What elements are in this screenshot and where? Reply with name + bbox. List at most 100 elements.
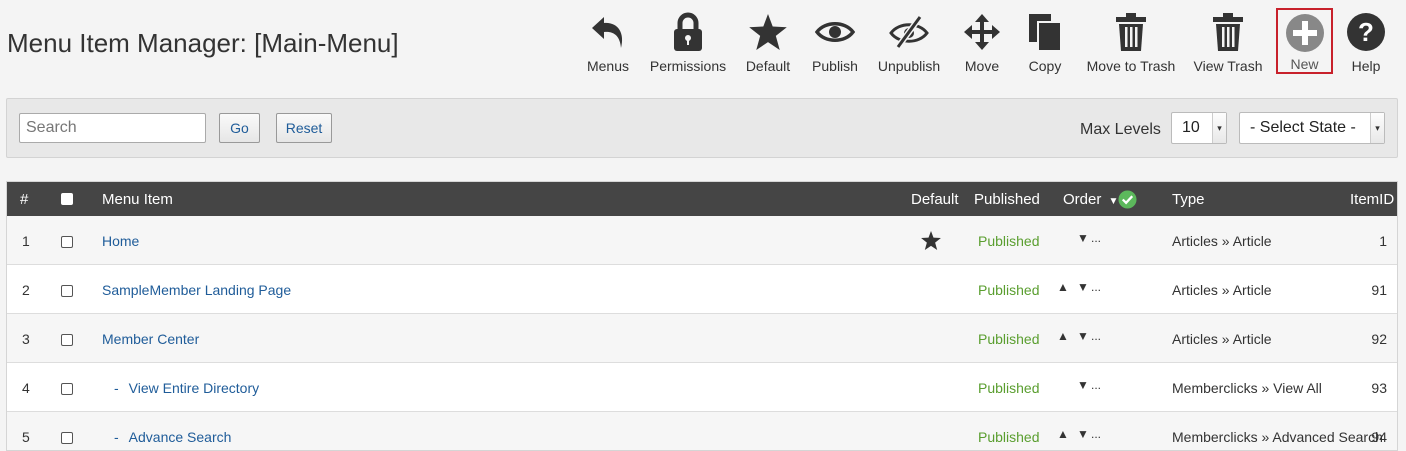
- col-order[interactable]: Order ▼: [1063, 191, 1118, 208]
- itemid-cell: 91: [1371, 282, 1387, 298]
- permissions-button[interactable]: Permissions: [650, 10, 726, 76]
- menu-item-cell: Home: [102, 233, 139, 249]
- trash-icon: [1203, 10, 1253, 54]
- move-down-icon[interactable]: ▼: [1077, 231, 1091, 245]
- order-dots: ...: [1091, 378, 1102, 392]
- move-button[interactable]: Move: [961, 10, 1003, 76]
- row-checkbox[interactable]: [61, 383, 73, 395]
- undo-arrow-icon: [583, 10, 633, 54]
- help-button[interactable]: ? Help: [1344, 10, 1388, 76]
- itemid-cell: 93: [1371, 380, 1387, 396]
- col-itemid[interactable]: ItemID: [1350, 191, 1394, 208]
- col-default[interactable]: Default: [911, 191, 959, 208]
- menu-item-link[interactable]: Member Center: [102, 331, 199, 347]
- unpublish-button[interactable]: Unpublish: [878, 10, 940, 76]
- default-button[interactable]: Default: [745, 10, 791, 76]
- published-status-link[interactable]: Published: [978, 233, 1040, 249]
- type-cell: Articles » Article: [1172, 331, 1272, 347]
- plus-circle-icon: [1280, 12, 1330, 54]
- type-cell: Articles » Article: [1172, 233, 1272, 249]
- max-levels-label: Max Levels: [1080, 121, 1161, 138]
- save-order-icon[interactable]: [1118, 190, 1137, 213]
- move-down-icon[interactable]: ▼: [1077, 427, 1091, 441]
- menus-button[interactable]: Menus: [585, 10, 631, 76]
- order-controls: ▼...: [1057, 378, 1101, 392]
- move-up-icon[interactable]: ▲: [1057, 280, 1077, 294]
- reset-button[interactable]: Reset: [276, 113, 332, 143]
- table-header: # Menu Item Default Published Order ▼ Ty…: [7, 182, 1397, 216]
- order-controls: ▲ ▼...: [1057, 427, 1101, 441]
- table-row: 4 - View Entire Directory Published ▼... Memb…: [7, 363, 1397, 412]
- order-dots: ...: [1091, 427, 1102, 441]
- col-num: #: [20, 191, 29, 208]
- row-checkbox[interactable]: [61, 285, 73, 297]
- copy-icon: [1020, 10, 1070, 54]
- default-star-icon[interactable]: [921, 231, 941, 253]
- go-button[interactable]: Go: [219, 113, 260, 143]
- menu-item-cell: - Advance Search: [114, 429, 231, 445]
- star-icon: [743, 10, 793, 54]
- filter-bar: Go Reset Max Levels 10 ▾ - Select State …: [6, 98, 1398, 158]
- menu-item-cell: Member Center: [102, 331, 199, 347]
- view-trash-button[interactable]: View Trash: [1193, 10, 1263, 76]
- move-down-icon[interactable]: ▼: [1077, 280, 1091, 294]
- copy-button[interactable]: Copy: [1024, 10, 1066, 76]
- menu-item-link[interactable]: View Entire Directory: [129, 380, 259, 396]
- row-checkbox[interactable]: [61, 432, 73, 444]
- row-checkbox[interactable]: [61, 334, 73, 346]
- menu-items-table: # Menu Item Default Published Order ▼ Ty…: [6, 181, 1398, 451]
- col-type[interactable]: Type: [1172, 191, 1205, 208]
- toolbar: Menus Permissions Default Publish Unpubl…: [0, 8, 1406, 80]
- row-number: 4: [22, 380, 30, 396]
- search-input[interactable]: [19, 113, 206, 143]
- select-all-checkbox[interactable]: [61, 193, 73, 205]
- move-to-trash-button[interactable]: Move to Trash: [1086, 10, 1176, 76]
- level-indent: -: [114, 429, 119, 445]
- new-button[interactable]: New: [1276, 8, 1333, 74]
- eye-icon: [810, 10, 860, 54]
- max-levels-select[interactable]: 10 ▾: [1171, 112, 1227, 144]
- trash-icon: [1106, 10, 1156, 54]
- eye-slash-icon: [884, 10, 934, 54]
- order-dots: ...: [1091, 231, 1102, 245]
- published-status-link[interactable]: Published: [978, 429, 1040, 445]
- row-checkbox[interactable]: [61, 236, 73, 248]
- published-status-link[interactable]: Published: [978, 282, 1040, 298]
- row-number: 1: [22, 233, 30, 249]
- state-select[interactable]: - Select State - ▾: [1239, 112, 1385, 144]
- menu-item-link[interactable]: Home: [102, 233, 139, 249]
- itemid-cell: 94: [1371, 429, 1387, 445]
- col-menu-item[interactable]: Menu Item: [102, 191, 173, 208]
- menu-item-link[interactable]: SampleMember Landing Page: [102, 282, 291, 298]
- menu-item-cell: - View Entire Directory: [114, 380, 259, 396]
- move-down-icon[interactable]: ▼: [1077, 329, 1091, 343]
- lock-icon: [663, 10, 713, 54]
- type-cell: Articles » Article: [1172, 282, 1272, 298]
- table-row: 3 Member Center Published ▲ ▼... Articles » A…: [7, 314, 1397, 363]
- menu-item-cell: SampleMember Landing Page: [102, 282, 291, 298]
- col-published[interactable]: Published: [974, 191, 1040, 208]
- order-dots: ...: [1091, 280, 1102, 294]
- type-cell: Memberclicks » View All: [1172, 380, 1322, 396]
- menu-item-link[interactable]: Advance Search: [129, 429, 232, 445]
- question-circle-icon: ?: [1341, 10, 1391, 54]
- order-controls: ▲ ▼...: [1057, 329, 1101, 343]
- table-row: 2 SampleMember Landing Page Published ▲ ▼...…: [7, 265, 1397, 314]
- row-number: 2: [22, 282, 30, 298]
- table-row: 5- Advance Search Published ▲ ▼... Memberclic…: [7, 412, 1397, 450]
- move-arrows-icon: [957, 10, 1007, 54]
- order-controls: ▲ ▼...: [1057, 280, 1101, 294]
- published-status-link[interactable]: Published: [978, 331, 1040, 347]
- published-status-link[interactable]: Published: [978, 380, 1040, 396]
- table-body: 1 Home Published ▼... Articles » Article 1 2 Sa…: [7, 216, 1397, 450]
- table-row: 1 Home Published ▼... Articles » Article 1: [7, 216, 1397, 265]
- itemid-cell: 92: [1371, 331, 1387, 347]
- order-dots: ...: [1091, 329, 1102, 343]
- level-indent: -: [114, 380, 119, 396]
- row-number: 5: [22, 429, 30, 445]
- publish-button[interactable]: Publish: [810, 10, 860, 76]
- move-up-icon[interactable]: ▲: [1057, 329, 1077, 343]
- chevron-down-icon: ▾: [1212, 113, 1226, 143]
- move-down-icon[interactable]: ▼: [1077, 378, 1091, 392]
- move-up-icon[interactable]: ▲: [1057, 427, 1077, 441]
